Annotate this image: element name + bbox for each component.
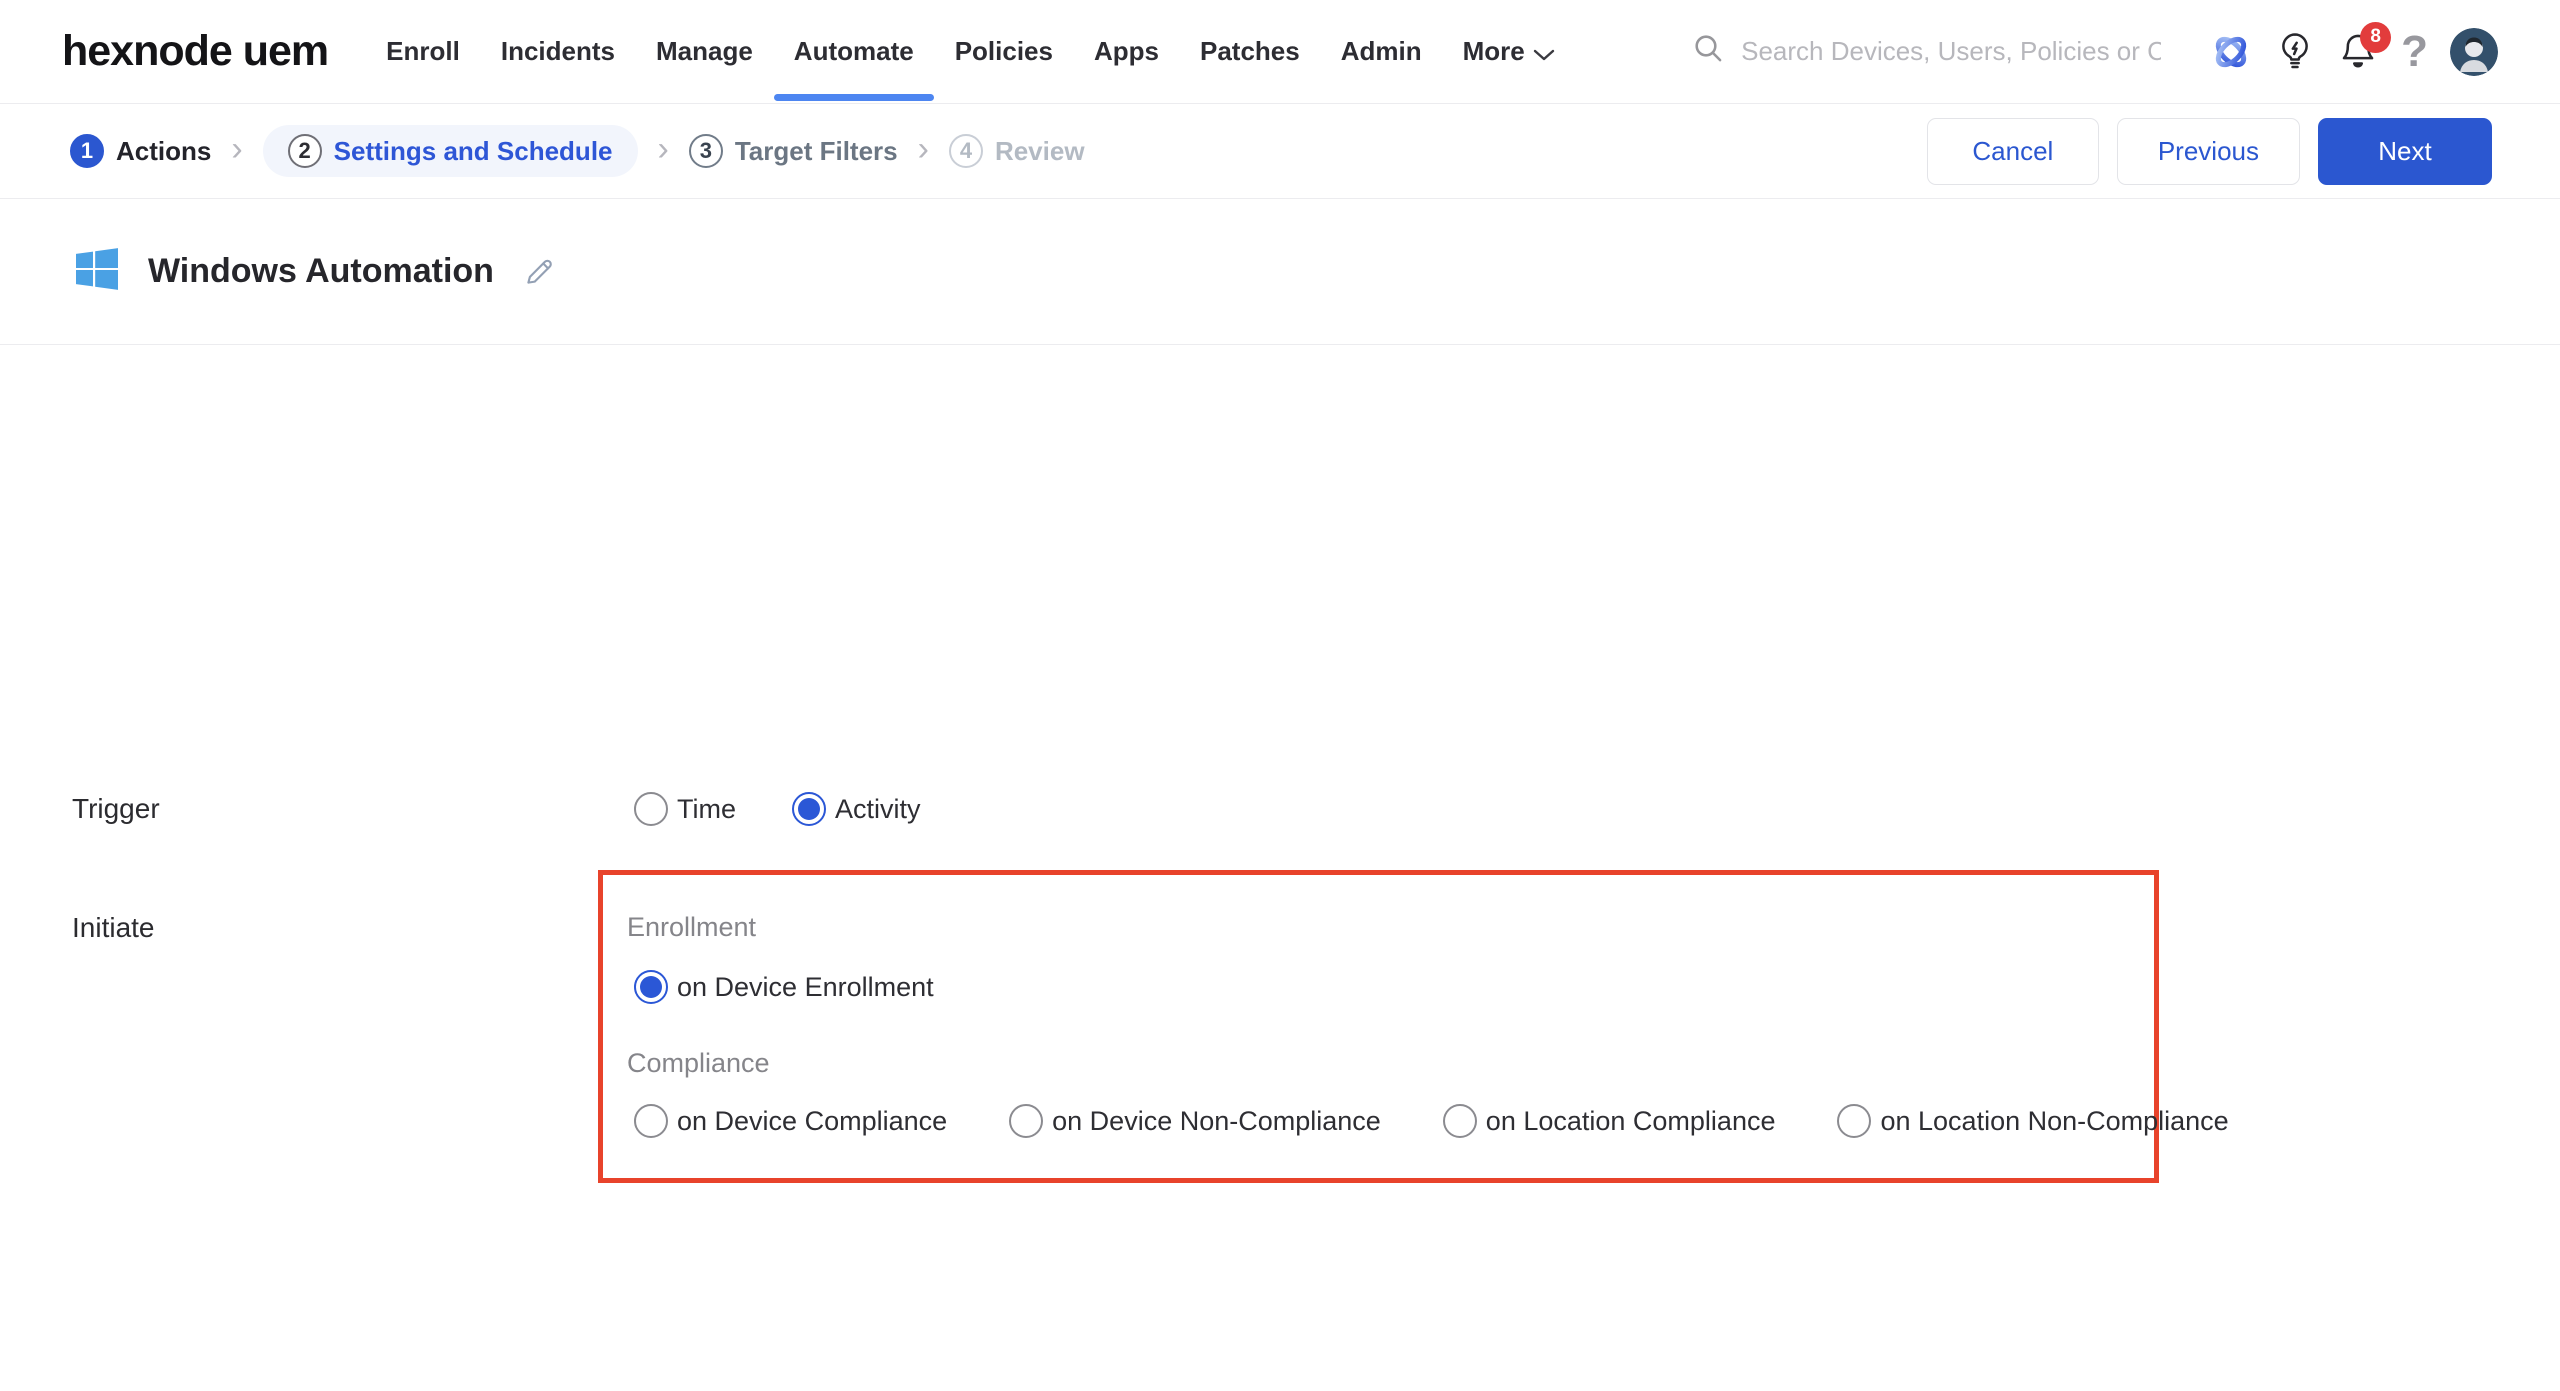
main-nav: Enroll Incidents Manage Automate Policie…: [386, 0, 1555, 104]
cancel-button[interactable]: Cancel: [1926, 117, 2099, 185]
trigger-option-time[interactable]: Time: [634, 792, 736, 826]
enrollment-group-heading: Enrollment: [627, 912, 757, 942]
option-on-device-enrollment[interactable]: on Device Enrollment: [634, 970, 934, 1004]
lightbulb-icon[interactable]: [2275, 30, 2315, 74]
help-question-mark: ?: [2401, 26, 2428, 76]
option-on-location-non-compliance[interactable]: on Location Non-Compliance: [1837, 1104, 2229, 1138]
radio-on-location-compliance[interactable]: [1442, 1104, 1477, 1138]
step-review[interactable]: 4 Review: [948, 134, 1085, 168]
nav-item-label: Patches: [1199, 36, 1300, 66]
user-avatar[interactable]: [2450, 27, 2498, 76]
initiate-field-label: Initiate: [72, 912, 155, 943]
step-label: Target Filters: [734, 135, 898, 166]
radio-time[interactable]: [634, 792, 668, 826]
nav-item-label: Apps: [1093, 36, 1159, 66]
automation-title-row: Windows Automation: [0, 199, 2560, 345]
nav-item-label: More: [1462, 36, 1525, 66]
radio-activity[interactable]: [792, 792, 826, 826]
step-number: 4: [948, 134, 983, 168]
global-search[interactable]: [1691, 31, 2162, 72]
wizard-actions: Cancel Previous Next: [1926, 117, 2492, 185]
step-target-filters[interactable]: 3 Target Filters: [688, 134, 898, 168]
hexnode-logo-text[interactable]: hexnode uem: [62, 27, 329, 76]
step-number: 2: [287, 134, 322, 168]
nav-item-incidents[interactable]: Incidents: [501, 0, 615, 104]
step-number: 3: [688, 134, 723, 168]
step-label: Actions: [116, 135, 212, 166]
trigger-option-activity[interactable]: Activity: [792, 792, 921, 826]
trigger-options: Time Activity: [634, 792, 921, 826]
nav-item-label: Admin: [1340, 36, 1422, 66]
nav-item-automate[interactable]: Automate: [773, 0, 934, 104]
search-icon: [1691, 31, 1727, 72]
radio-on-device-compliance[interactable]: [634, 1104, 668, 1138]
navbar-right: 8 ?: [1691, 21, 2498, 76]
top-navbar: hexnode uem Enroll Incidents Manage Auto…: [0, 0, 2560, 104]
nav-item-label: Incidents: [500, 36, 615, 66]
nav-item-admin[interactable]: Admin: [1341, 0, 1422, 104]
enrollment-options: on Device Enrollment: [634, 970, 934, 1004]
trigger-field-label: Trigger: [72, 793, 160, 824]
radio-on-device-non-compliance[interactable]: [1009, 1104, 1044, 1138]
nav-item-label: Policies: [954, 36, 1053, 66]
radio-label: on Device Enrollment: [677, 971, 934, 1002]
nav-item-manage[interactable]: Manage: [656, 0, 753, 104]
nav-item-more[interactable]: More: [1463, 0, 1555, 104]
nav-item-label: Enroll: [386, 36, 460, 66]
previous-button[interactable]: Previous: [2116, 117, 2300, 185]
notifications-bell-icon[interactable]: 8: [2337, 21, 2392, 74]
nav-item-apps[interactable]: Apps: [1094, 0, 1159, 104]
settings-form: Trigger Time Activity Initiate Enrollmen…: [0, 345, 2560, 1391]
notification-badge: 8: [2360, 21, 2392, 53]
step-label: Settings and Schedule: [333, 135, 613, 166]
windows-logo-icon: [76, 248, 118, 295]
next-button[interactable]: Next: [2318, 117, 2492, 185]
step-actions[interactable]: 1 Actions: [70, 134, 211, 168]
navbar-icons: 8 ?: [2209, 21, 2498, 76]
chevron-right-icon: ›: [657, 130, 669, 168]
chevron-down-icon: [1533, 38, 1555, 69]
compliance-options: on Device Compliance on Device Non-Compl…: [634, 1104, 2229, 1138]
radio-label: on Location Compliance: [1485, 1105, 1776, 1136]
step-settings-and-schedule[interactable]: 2 Settings and Schedule: [262, 125, 638, 177]
nav-item-patches[interactable]: Patches: [1200, 0, 1300, 104]
step-label: Review: [994, 135, 1085, 166]
radio-label: on Location Non-Compliance: [1880, 1105, 2229, 1136]
radio-on-device-enrollment[interactable]: [634, 970, 668, 1004]
radio-label: Activity: [835, 793, 921, 824]
nav-item-enroll[interactable]: Enroll: [386, 0, 460, 104]
search-input[interactable]: [1741, 36, 2162, 67]
chevron-right-icon: ›: [231, 130, 243, 168]
edit-pencil-icon[interactable]: [522, 255, 556, 289]
page-title: Windows Automation: [148, 252, 494, 290]
option-on-device-non-compliance[interactable]: on Device Non-Compliance: [1009, 1104, 1381, 1138]
radio-label: on Device Non-Compliance: [1052, 1105, 1381, 1136]
compliance-group-heading: Compliance: [627, 1048, 770, 1078]
nav-item-label: Manage: [655, 36, 753, 66]
radio-on-location-non-compliance[interactable]: [1837, 1104, 1872, 1138]
help-icon[interactable]: ?: [2401, 26, 2428, 76]
radio-label: Time: [677, 793, 736, 824]
stepper: 1 Actions › 2 Settings and Schedule › 3 …: [70, 125, 1085, 177]
chevron-right-icon: ›: [917, 130, 929, 168]
step-number: 1: [70, 134, 104, 168]
option-on-device-compliance[interactable]: on Device Compliance: [634, 1104, 947, 1138]
option-on-location-compliance[interactable]: on Location Compliance: [1442, 1104, 1776, 1138]
nav-item-policies[interactable]: Policies: [955, 0, 1053, 104]
radio-label: on Device Compliance: [677, 1105, 948, 1136]
hexnode-gears-icon[interactable]: [2209, 30, 2253, 74]
nav-item-label: Automate: [793, 36, 914, 66]
wizard-stepper-bar: 1 Actions › 2 Settings and Schedule › 3 …: [0, 104, 2560, 199]
initiate-highlight-box: Enrollment on Device Enrollment Complian…: [598, 870, 2229, 1183]
